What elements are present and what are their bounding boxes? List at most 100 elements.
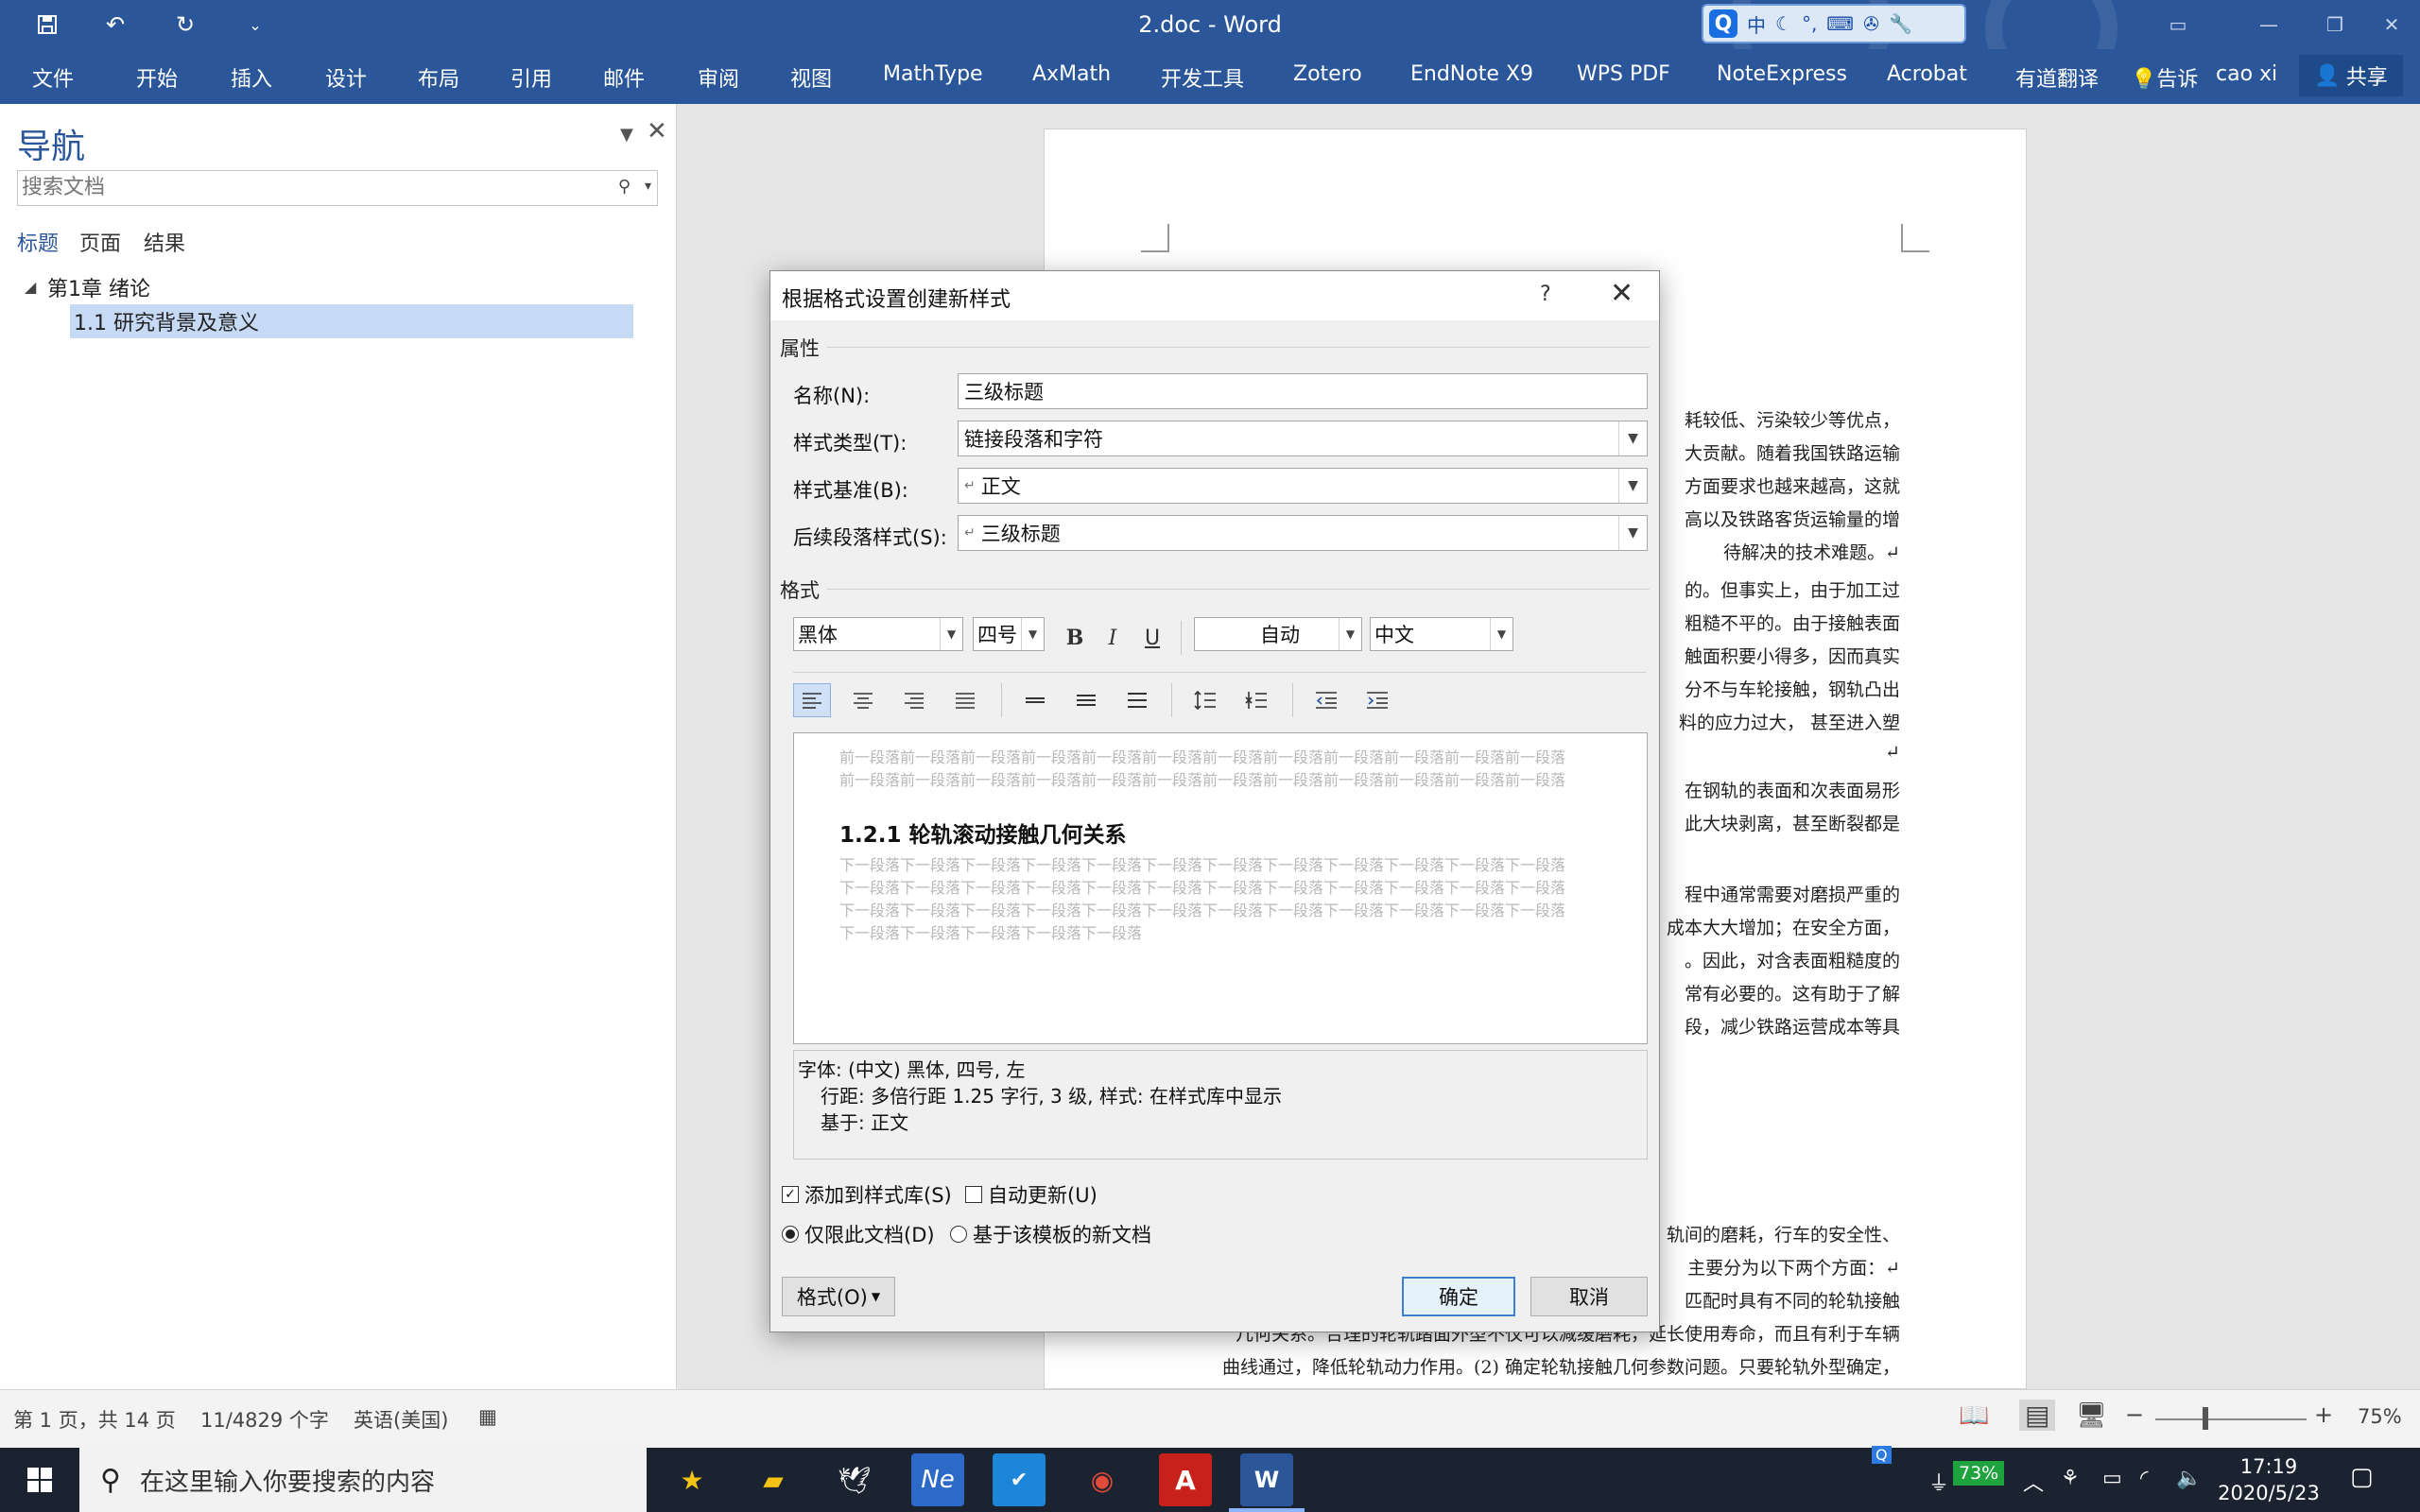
tab-home[interactable]: 开始	[136, 62, 178, 93]
zoom-level[interactable]: 75%	[2358, 1405, 2402, 1428]
decrease-spacing-button[interactable]	[1237, 683, 1275, 717]
chevron-down-icon[interactable]: ▼	[1490, 618, 1512, 650]
this-document-radio[interactable]: 仅限此文档(D)	[782, 1220, 935, 1248]
help-button[interactable]: ?	[1540, 283, 1551, 306]
redo-icon[interactable]: ↻	[166, 8, 204, 42]
tab-layout[interactable]: 布局	[418, 62, 459, 93]
file-explorer-icon[interactable]: ▰	[747, 1453, 800, 1506]
add-to-gallery-checkbox[interactable]: ✓ 添加到样式库(S)	[782, 1180, 952, 1209]
chevron-down-icon[interactable]: ▼	[1339, 618, 1361, 650]
windows-start-icon[interactable]	[0, 1448, 79, 1512]
word-count[interactable]: 11/4829 个字	[200, 1405, 329, 1434]
radio-selected[interactable]	[782, 1226, 799, 1243]
one-half-spacing-button[interactable]	[1067, 683, 1105, 717]
nav-tab-headings[interactable]: 标题	[17, 227, 59, 257]
tab-references[interactable]: 引用	[510, 62, 552, 93]
ime-settings-icon[interactable]: 🔧	[1889, 12, 1912, 35]
ime-logo-icon[interactable]: Q	[1709, 9, 1737, 38]
tab-view[interactable]: 视图	[790, 62, 832, 93]
tab-youdao[interactable]: 有道翻译	[2015, 62, 2099, 93]
tray-app-icon[interactable]: ⚘	[2061, 1467, 2080, 1490]
next-style-select[interactable]: ↵ 三级标题 ▼	[958, 515, 1648, 551]
chevron-down-icon[interactable]: ▼	[1618, 421, 1647, 455]
radio-unselected[interactable]	[950, 1226, 967, 1243]
app-record-icon[interactable]: ◉	[1076, 1453, 1129, 1506]
minimize-icon[interactable]: —	[2240, 8, 2297, 42]
close-window-icon[interactable]: ✕	[2363, 8, 2420, 42]
print-layout-icon[interactable]: ▤	[2019, 1400, 2056, 1431]
nav-options-icon[interactable]: ▼	[620, 125, 633, 145]
undo-icon[interactable]: ↶	[96, 8, 134, 42]
increase-indent-button[interactable]	[1358, 683, 1396, 717]
font-color-select[interactable]: 自动 ▼	[1194, 617, 1362, 651]
page-count[interactable]: 第 1 页，共 14 页	[13, 1405, 176, 1434]
tab-developer[interactable]: 开发工具	[1161, 62, 1244, 93]
nav-search-box[interactable]: ⚲ ▾	[17, 170, 658, 206]
share-button[interactable]: 👤 共享	[2299, 55, 2403, 96]
underline-button[interactable]: U	[1135, 621, 1169, 655]
tab-mailings[interactable]: 邮件	[603, 62, 645, 93]
checkbox-unchecked[interactable]	[965, 1186, 982, 1203]
ok-button[interactable]: 确定	[1402, 1277, 1515, 1316]
font-size-select[interactable]: 四号 ▼	[973, 617, 1045, 651]
chevron-down-icon[interactable]: ▼	[1618, 469, 1647, 503]
tab-axmath[interactable]: AxMath	[1032, 62, 1111, 86]
italic-button[interactable]: I	[1096, 621, 1130, 655]
cancel-button[interactable]: 取消	[1530, 1277, 1648, 1316]
collapse-arrow-icon[interactable]: ◢	[25, 278, 36, 296]
ime-chinese-mode[interactable]: 中	[1747, 10, 1766, 38]
customize-qat-icon[interactable]: ⌄	[236, 8, 274, 42]
power-plug-icon[interactable]: ⏚	[1928, 1467, 1949, 1497]
nav-tab-results[interactable]: 结果	[144, 227, 185, 257]
style-type-select[interactable]: 链接段落和字符 ▼	[958, 421, 1648, 456]
nav-tab-pages[interactable]: 页面	[79, 227, 121, 257]
tray-chevron-icon[interactable]: ︿	[2023, 1467, 2044, 1497]
user-name[interactable]: cao xi	[2216, 62, 2277, 86]
system-clock[interactable]: 17:19 2020/5/23	[2212, 1453, 2325, 1506]
tab-design[interactable]: 设计	[325, 62, 367, 93]
chevron-down-icon[interactable]: ▼	[940, 618, 962, 650]
search-icon[interactable]: ⚲	[618, 177, 631, 197]
zoom-slider-thumb[interactable]	[2203, 1407, 2208, 1430]
tab-noteexpress[interactable]: NoteExpress	[1717, 62, 1847, 86]
align-left-button[interactable]	[793, 683, 831, 717]
tell-me[interactable]: 💡告诉	[2131, 62, 2198, 93]
font-select[interactable]: 黑体 ▼	[793, 617, 963, 651]
read-mode-icon[interactable]: 📖	[1959, 1401, 1989, 1430]
increase-spacing-button[interactable]	[1186, 683, 1224, 717]
noteexpress-app-icon[interactable]: Ne	[911, 1453, 964, 1506]
save-icon[interactable]	[28, 8, 66, 42]
battery-indicator[interactable]: 73%	[1953, 1461, 2005, 1486]
heading-item-chapter1[interactable]: 第1章 绪论	[47, 272, 150, 302]
tab-wps-pdf[interactable]: WPS PDF	[1577, 62, 1670, 86]
wifi-icon[interactable]: ◜	[2140, 1467, 2149, 1490]
auto-update-checkbox[interactable]: 自动更新(U)	[965, 1180, 1098, 1209]
word-app-icon[interactable]: W	[1240, 1453, 1293, 1506]
tab-mathtype[interactable]: MathType	[883, 62, 983, 86]
app-bird-icon[interactable]: 🕊	[828, 1453, 881, 1506]
decrease-indent-button[interactable]	[1307, 683, 1345, 717]
align-center-button[interactable]	[844, 683, 882, 717]
dialog-close-icon[interactable]: ✕	[1610, 277, 1634, 310]
align-right-button[interactable]	[895, 683, 933, 717]
zoom-in-icon[interactable]: +	[2314, 1401, 2333, 1428]
double-spacing-button[interactable]	[1118, 683, 1156, 717]
format-menu-button[interactable]: 格式(O) ▼	[782, 1277, 895, 1316]
battery-icon[interactable]: ▭	[2102, 1467, 2122, 1490]
heading-item-1-1[interactable]: 1.1 研究背景及意义	[70, 304, 633, 338]
zoom-slider[interactable]	[2155, 1418, 2307, 1420]
justify-button[interactable]	[946, 683, 984, 717]
notification-icon[interactable]: ▢	[2350, 1463, 2374, 1491]
app-check-icon[interactable]: ✔	[993, 1453, 1046, 1506]
bold-button[interactable]: B	[1058, 621, 1092, 655]
single-spacing-button[interactable]	[1016, 683, 1054, 717]
zoom-out-icon[interactable]: −	[2125, 1401, 2144, 1428]
tab-insert[interactable]: 插入	[231, 62, 272, 93]
taskbar-search[interactable]: ⚲ 在这里输入你要搜索的内容	[79, 1448, 647, 1512]
ime-toolbar[interactable]: Q 中 ☾ °, ⌨ ✇ 🔧	[1702, 4, 1966, 43]
tab-endnote[interactable]: EndNote X9	[1410, 62, 1533, 86]
tab-file[interactable]: 文件	[32, 62, 74, 93]
based-on-select[interactable]: ↵ 正文 ▼	[958, 468, 1648, 504]
new-docs-template-radio[interactable]: 基于该模板的新文档	[950, 1220, 1151, 1248]
language[interactable]: 英语(美国)	[354, 1405, 448, 1434]
